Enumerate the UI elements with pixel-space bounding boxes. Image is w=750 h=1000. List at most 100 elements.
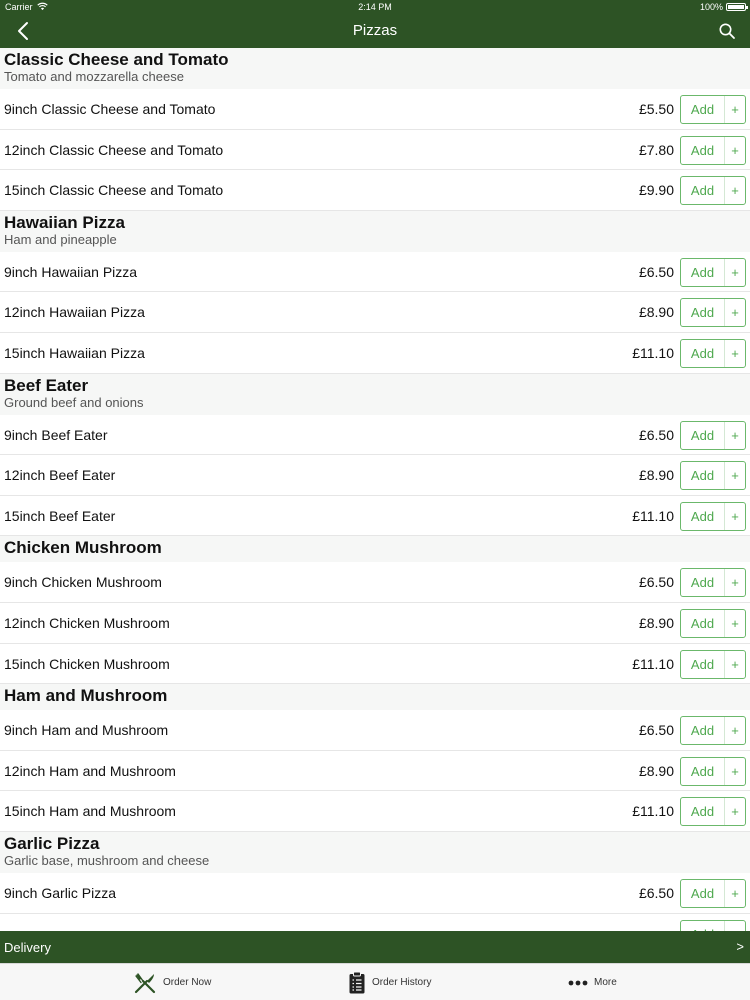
group-title: Classic Cheese and Tomato	[4, 50, 229, 69]
tab-more[interactable]: More	[568, 964, 617, 1000]
add-to-order-button[interactable]: Add +	[680, 501, 746, 531]
item-price: £11.10	[632, 803, 674, 820]
delivery-bar[interactable]: Delivery >	[0, 931, 750, 963]
plus-icon: +	[724, 609, 745, 637]
menu-item-row[interactable]: 15inch Beef Eater £11.10 Add +	[0, 495, 750, 537]
plus-icon: +	[724, 177, 745, 205]
item-price: £6.50	[638, 884, 674, 901]
add-to-order-button[interactable]: Add+	[680, 919, 746, 932]
tab-order-now-label: Order Now	[163, 977, 212, 988]
group-title: Ham and Mushroom	[4, 686, 168, 706]
item-price: £9.90	[638, 182, 674, 199]
item-name: 12inch Classic Cheese and Tomato	[4, 141, 224, 158]
add-button-label: Add	[681, 921, 724, 932]
plus-icon: +	[724, 717, 745, 745]
add-to-order-button[interactable]: Add+	[680, 298, 746, 328]
menu-item-row[interactable]: 12inch Ham and Mushroom £8.90 Add +	[0, 750, 750, 792]
plus-icon: +	[724, 421, 745, 449]
group-description: Ham and pineapple	[4, 231, 117, 247]
item-name: 15inch Beef Eater	[4, 507, 116, 524]
chevron-right-icon: >	[736, 939, 744, 954]
group-title: Chicken Mushroom	[4, 538, 162, 558]
add-to-order-button[interactable]: Add+	[680, 176, 746, 206]
add-to-order-button[interactable]: Add+	[680, 878, 746, 908]
group-description: Tomato and mozzarella cheese	[4, 69, 184, 84]
item-name: 12inch Hawaiian Pizza	[4, 304, 145, 321]
item-price: £8.90	[638, 304, 674, 321]
add-to-order-button[interactable]: Add+	[680, 608, 746, 638]
menu-item-row[interactable]: 9inch Classic Cheese and Tomato £5.50 Add +	[0, 89, 750, 130]
add-to-order-button[interactable]: Add +	[680, 135, 746, 165]
menu-item-row[interactable]: 15inch Hawaiian Pizza £11.10 Add +	[0, 332, 750, 374]
item-price: £6.50	[638, 426, 674, 443]
add-to-order-button[interactable]: Add+	[680, 649, 746, 679]
menu-item-row[interactable]: 9inch Hawaiian Pizza £6.50 Add +	[0, 251, 750, 293]
more-dots-icon	[568, 980, 588, 985]
add-to-order-button[interactable]: Add +	[680, 461, 746, 491]
menu-item-row[interactable]: 15inch Classic Cheese and Tomato £9.90 Add…	[0, 170, 750, 211]
add-button-label: Add	[690, 345, 715, 361]
group-header: Beef Eater Ground beef and onions	[0, 373, 750, 415]
menu-item-row[interactable]: 12inch Hawaiian Pizza £8.90 Add +	[0, 292, 750, 333]
group-header: Ham and Mushroom	[0, 684, 750, 711]
tab-order-now[interactable]: Order Now	[133, 964, 211, 1000]
plus-icon: +	[724, 502, 745, 530]
item-name: 12inch Ham and Mushroom	[4, 762, 176, 779]
menu-item-row[interactable]: 9inch Garlic Pizza £6.50 Add +	[0, 872, 750, 914]
group-description: Garlic base, mushroom and cheese	[4, 852, 210, 868]
group-title: Garlic Pizza	[4, 833, 100, 853]
plus-icon: +	[724, 96, 745, 123]
add-to-order-button[interactable]: Add +	[680, 420, 746, 450]
tab-order-history-label: Order History	[372, 977, 432, 988]
delivery-label: Delivery	[4, 940, 51, 955]
add-button-label: Add	[690, 468, 715, 484]
add-button-label: Add	[690, 508, 715, 524]
tab-more-label: More	[594, 977, 617, 988]
item-name: 15inch Hawaiian Pizza	[4, 344, 145, 361]
tab-order-history[interactable]: Order History	[348, 964, 431, 1000]
item-name: 9inch Hawaiian Pizza	[4, 263, 138, 280]
page-title: Pizzas	[352, 22, 398, 39]
item-price: £11.10	[632, 344, 674, 361]
menu-item-row[interactable]: 9inch Chicken Mushroom £6.50 Add +	[0, 562, 750, 603]
plus-icon: +	[724, 798, 745, 826]
plus-icon: +	[724, 569, 745, 597]
add-button-label: Add	[690, 427, 715, 443]
menu-item-row[interactable]: Add+	[0, 913, 750, 932]
menu-item-row[interactable]: 15inch Ham and Mushroom £11.10 Add +	[0, 791, 750, 832]
item-name: 9inch Classic Cheese and Tomato	[4, 101, 216, 117]
plus-icon: +	[724, 920, 745, 931]
item-name: 9inch Ham and Mushroom	[4, 722, 169, 739]
item-price: £6.50	[638, 263, 674, 280]
add-to-order-button[interactable]: Add +	[680, 338, 746, 368]
add-to-order-button[interactable]: Add+	[680, 257, 746, 287]
group-description: Ground beef and onions	[4, 394, 144, 410]
plus-icon: +	[724, 757, 745, 785]
plus-icon: +	[724, 339, 745, 367]
item-price: £5.50	[638, 101, 674, 117]
add-to-order-button[interactable]: Add+	[680, 716, 746, 746]
add-to-order-button[interactable]: Add+	[680, 756, 746, 786]
plus-icon: +	[724, 462, 745, 490]
menu-item-row[interactable]: 12inch Beef Eater £8.90 Add +	[0, 455, 750, 496]
group-header: Hawaiian Pizza Ham and pineapple	[0, 210, 750, 252]
plus-icon: +	[724, 299, 745, 327]
item-price: £6.50	[638, 722, 674, 739]
group-header: Classic Cheese and Tomato Tomato and mozz…	[0, 48, 750, 89]
add-to-order-button[interactable]: Add+	[680, 797, 746, 827]
navigation-bar: Pizzas	[0, 14, 750, 48]
menu-list[interactable]: Classic Cheese and Tomato Tomato and mozz…	[0, 48, 750, 931]
plus-icon: +	[724, 136, 745, 164]
search-icon[interactable]	[718, 22, 736, 40]
add-to-order-button[interactable]: Add+	[680, 95, 746, 124]
add-button-label: Add	[690, 142, 715, 158]
group-title: Hawaiian Pizza	[4, 212, 125, 232]
plus-icon: +	[724, 879, 745, 907]
menu-item-row[interactable]: 9inch Ham and Mushroom £6.50 Add +	[0, 710, 750, 751]
menu-item-row[interactable]: 15inch Chicken Mushroom £11.10 Add +	[0, 643, 750, 685]
add-to-order-button[interactable]: Add+	[680, 568, 746, 598]
battery-percent: 100%	[699, 2, 723, 12]
menu-item-row[interactable]: 12inch Classic Cheese and Tomato £7.80 Add…	[0, 129, 750, 171]
menu-item-row[interactable]: 9inch Beef Eater £6.50 Add +	[0, 414, 750, 456]
menu-item-row[interactable]: 12inch Chicken Mushroom £8.90 Add +	[0, 602, 750, 644]
